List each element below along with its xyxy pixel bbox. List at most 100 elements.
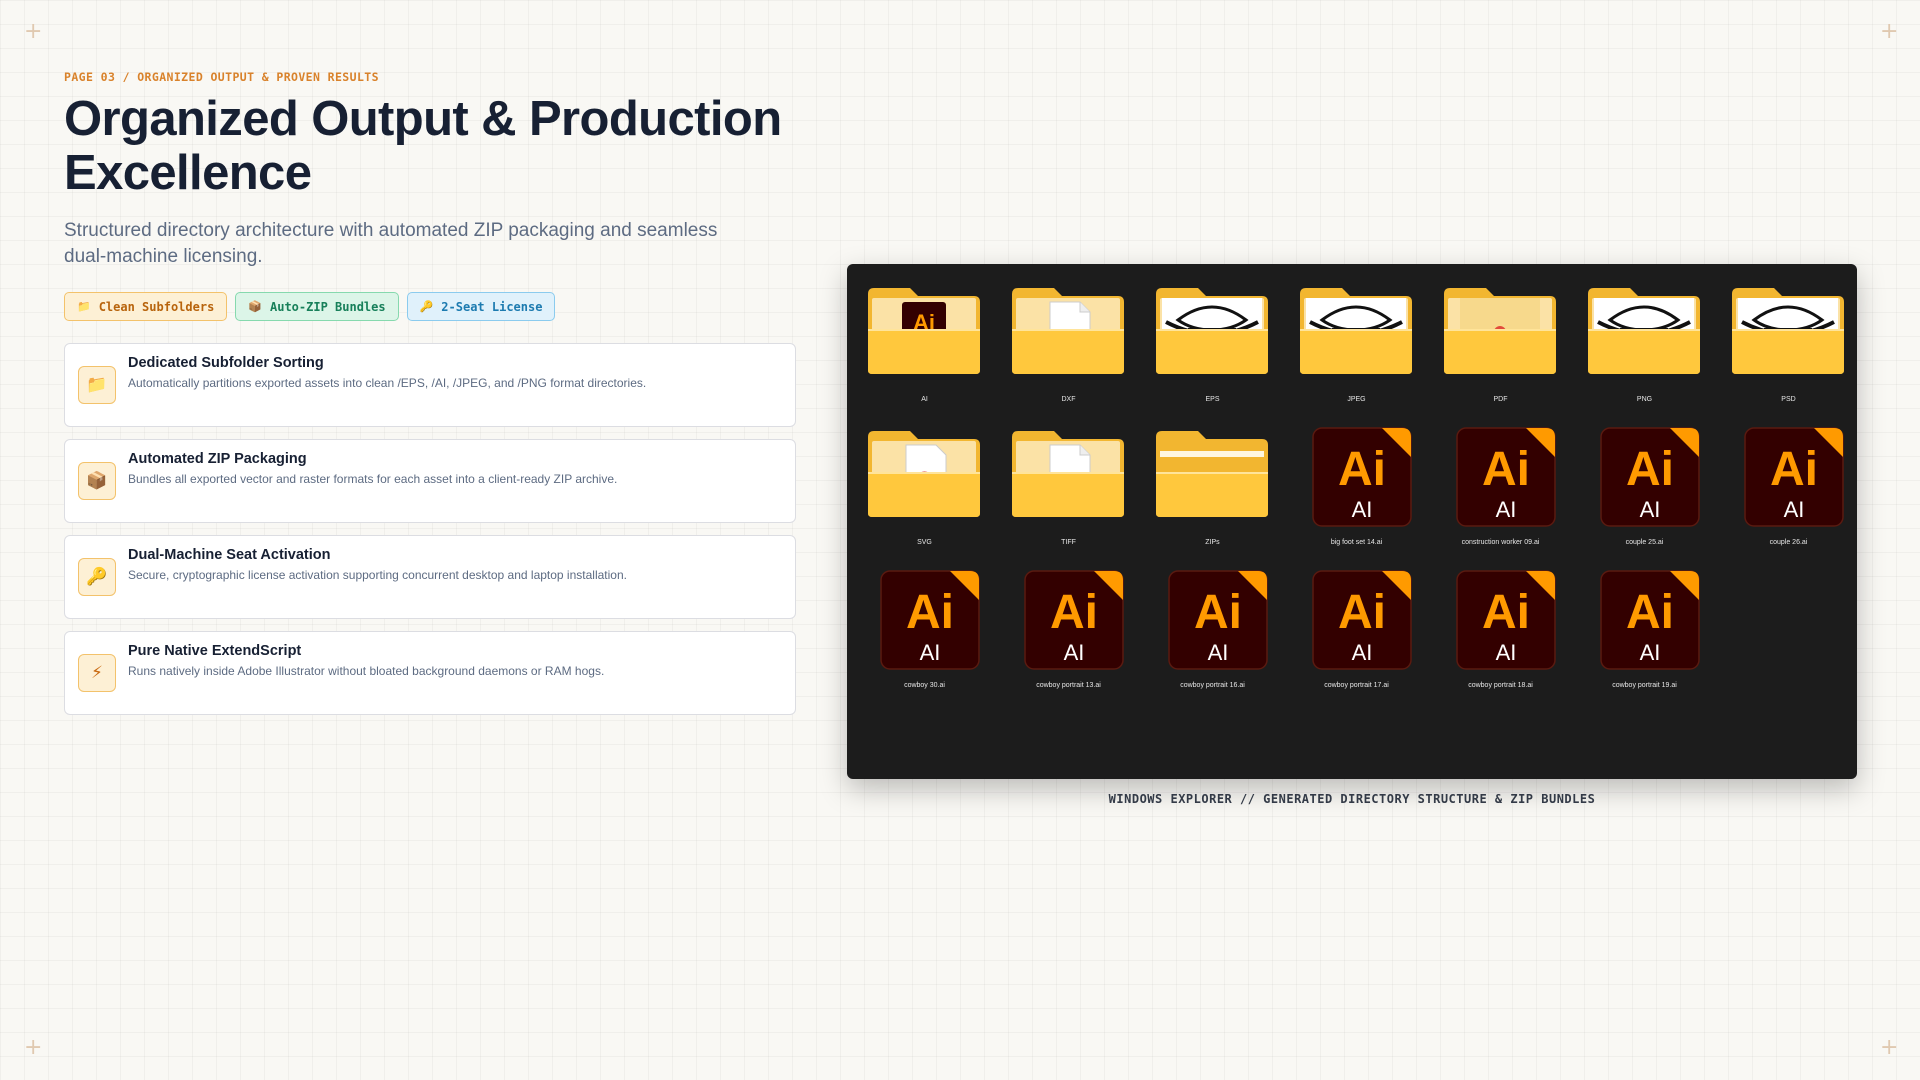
- svg-text:Ai: Ai: [1626, 586, 1674, 639]
- folder-icon: 📁: [77, 300, 91, 313]
- ai-file-item[interactable]: Ai AI big foot set 14.ai: [1293, 427, 1420, 570]
- explorer-screenshot: Ai AI DXF EPS JPEG PDF PNG PSD SVG TIFF ZIPs Ai AI bi…: [847, 264, 1857, 779]
- svg-text:Ai: Ai: [1482, 586, 1530, 639]
- item-label: TIFF: [1061, 539, 1076, 546]
- svg-text:AI: AI: [1640, 640, 1661, 665]
- page-title-line: Excellence: [64, 146, 312, 200]
- item-label: cowboy portrait 18.ai: [1468, 682, 1533, 689]
- illustrator-file-icon: AiAI: [1456, 427, 1556, 527]
- corner-mark-icon: +: [24, 1035, 43, 1060]
- item-label: couple 25.ai: [1625, 539, 1664, 546]
- svg-text:Ai: Ai: [1050, 586, 1098, 639]
- corner-mark-icon: +: [1880, 19, 1899, 44]
- feature-card-seat-activation: 🔑 Dual-Machine Seat Activation Secure, c…: [64, 535, 796, 619]
- item-label: cowboy portrait 17.ai: [1324, 682, 1389, 689]
- left-column: PAGE 03 / ORGANIZED OUTPUT & PROVEN RESU…: [64, 70, 796, 715]
- corner-mark-icon: +: [24, 19, 43, 44]
- page-kicker: PAGE 03 / ORGANIZED OUTPUT & PROVEN RESU…: [64, 70, 379, 84]
- item-label: EPS: [1205, 396, 1220, 403]
- tag-clean-subfolders: 📁 Clean Subfolders: [64, 292, 228, 321]
- feature-title: Pure Native ExtendScript: [128, 643, 302, 659]
- item-label: construction worker 09.ai: [1461, 539, 1540, 546]
- ai-file-item[interactable]: Ai AI couple 25.ai: [1581, 427, 1708, 570]
- illustrator-file-icon: AiAI: [880, 570, 980, 670]
- feature-description: Automatically partitions exported assets…: [128, 376, 647, 390]
- item-label: cowboy portrait 13.ai: [1036, 682, 1101, 689]
- folder-icon: [868, 431, 980, 517]
- item-label: cowboy portrait 16.ai: [1180, 682, 1245, 689]
- item-label: PSD: [1781, 396, 1796, 403]
- ai-file-item[interactable]: Ai AI construction worker 09.ai: [1437, 427, 1564, 570]
- tag-2-seat-license: 🔑 2-Seat License: [406, 292, 556, 321]
- feature-card-subfolder-sorting: 📁 Dedicated Subfolder Sorting Automatica…: [64, 343, 796, 427]
- svg-text:AI: AI: [1064, 640, 1085, 665]
- explorer-icon-grid: Ai AI DXF EPS JPEG PDF PNG PSD SVG TIFF ZIPs Ai AI bi…: [861, 284, 1845, 713]
- item-label: DXF: [1061, 396, 1076, 403]
- svg-text:Ai: Ai: [1770, 443, 1818, 496]
- feature-title: Dedicated Subfolder Sorting: [128, 355, 324, 371]
- tag-label: Auto-ZIP Bundles: [270, 299, 386, 314]
- feature-card-extendscript: ⚡ Pure Native ExtendScript Runs natively…: [64, 631, 796, 715]
- svg-text:Ai: Ai: [1194, 586, 1242, 639]
- ai-file-item[interactable]: Ai AI couple 26.ai: [1725, 427, 1852, 570]
- svg-text:Ai: Ai: [1338, 443, 1386, 496]
- svg-text:AI: AI: [1352, 497, 1373, 522]
- folder-item[interactable]: JPEG: [1293, 284, 1420, 427]
- item-label: big foot set 14.ai: [1330, 539, 1383, 546]
- ai-file-item[interactable]: Ai AI cowboy portrait 18.ai: [1437, 570, 1564, 713]
- illustrator-file-icon: AiAI: [1312, 427, 1412, 527]
- illustrator-file-icon: AiAI: [1024, 570, 1124, 670]
- feature-description: Secure, cryptographic license activation…: [128, 568, 627, 582]
- folder-item[interactable]: DXF: [1005, 284, 1132, 427]
- ai-file-item[interactable]: Ai AI cowboy 30.ai: [861, 570, 988, 713]
- key-icon: 🔑: [78, 558, 116, 596]
- illustrator-file-icon: AiAI: [1744, 427, 1844, 527]
- feature-card-zip-packaging: 📦 Automated ZIP Packaging Bundles all ex…: [64, 439, 796, 523]
- folder-item[interactable]: TIFF: [1005, 427, 1132, 570]
- ai-file-item[interactable]: Ai AI cowboy portrait 19.ai: [1581, 570, 1708, 713]
- feature-description: Runs natively inside Adobe Illustrator w…: [128, 664, 605, 678]
- folder-item[interactable]: PNG: [1581, 284, 1708, 427]
- folder-icon: [1012, 288, 1124, 374]
- item-label: AI: [921, 396, 928, 403]
- tag-label: Clean Subfolders: [98, 299, 215, 314]
- svg-text:Ai: Ai: [1338, 586, 1386, 639]
- ai-file-item[interactable]: Ai AI cowboy portrait 17.ai: [1293, 570, 1420, 713]
- ai-file-item[interactable]: Ai AI cowboy portrait 13.ai: [1005, 570, 1132, 713]
- ai-file-item[interactable]: Ai AI cowboy portrait 16.ai: [1149, 570, 1276, 713]
- folder-item[interactable]: ZIPs: [1149, 427, 1276, 570]
- folder-item[interactable]: Ai AI: [861, 284, 988, 427]
- folder-item[interactable]: SVG: [861, 427, 988, 570]
- item-label: PNG: [1636, 396, 1653, 403]
- svg-text:AI: AI: [1352, 640, 1373, 665]
- package-icon: 📦: [248, 300, 262, 313]
- folder-item[interactable]: EPS: [1149, 284, 1276, 427]
- page-title: Organized Output & Production Excellence: [64, 92, 796, 200]
- folder-icon: [1156, 431, 1268, 517]
- svg-text:AI: AI: [1496, 640, 1517, 665]
- key-icon: 🔑: [419, 300, 434, 313]
- folder-item[interactable]: PSD: [1725, 284, 1852, 427]
- feature-title: Dual-Machine Seat Activation: [128, 547, 331, 563]
- item-label: JPEG: [1347, 396, 1366, 403]
- item-label: PDF: [1493, 396, 1508, 403]
- folder-icon: [1444, 288, 1556, 374]
- illustrator-file-icon: AiAI: [1168, 570, 1268, 670]
- tag-auto-zip-bundles: 📦 Auto-ZIP Bundles: [235, 292, 399, 321]
- subtitle-line: dual-machine licensing.: [64, 246, 263, 267]
- page-title-line: Organized Output & Production: [64, 92, 782, 146]
- folder-icon: [1588, 288, 1700, 374]
- folder-item[interactable]: PDF: [1437, 284, 1564, 427]
- svg-text:AI: AI: [1640, 497, 1661, 522]
- folder-icon: [1300, 288, 1412, 374]
- folder-icon: [1012, 431, 1124, 517]
- illustrator-file-icon: AiAI: [1312, 570, 1412, 670]
- illustrator-file-icon: AiAI: [1600, 570, 1700, 670]
- page-subtitle: Structured directory architecture with a…: [64, 218, 764, 270]
- folder-icon: [1156, 288, 1268, 374]
- svg-text:AI: AI: [1496, 497, 1517, 522]
- svg-text:AI: AI: [1784, 497, 1805, 522]
- corner-mark-icon: +: [1880, 1035, 1899, 1060]
- folder-icon: Ai: [868, 288, 980, 374]
- item-label: ZIPs: [1205, 539, 1220, 546]
